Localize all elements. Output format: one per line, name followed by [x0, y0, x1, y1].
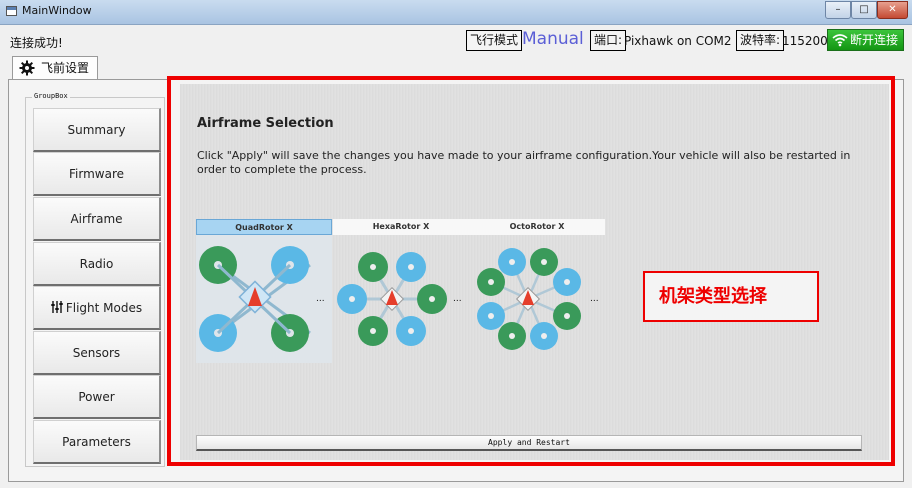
connection-status: 连接成功! [10, 36, 63, 50]
tab-preflight-setup[interactable]: 飞前设置 [12, 56, 98, 80]
disconnect-button[interactable]: 断开连接 [827, 29, 904, 51]
tab-label: 飞前设置 [41, 61, 90, 75]
apply-and-restart-button[interactable]: Apply and Restart [196, 435, 862, 451]
nav-airframe-button[interactable]: Airframe [33, 197, 161, 241]
hexarotor-ellipsis: ... [453, 294, 462, 304]
frame-tab-hexarotor-x[interactable]: HexaRotor X [333, 219, 469, 235]
disconnect-label: 断开连接 [850, 33, 899, 47]
frame-tab-quadrotor-x[interactable]: QuadRotor X [196, 219, 332, 235]
app-icon [6, 6, 17, 16]
frame-tab-octorotor-x[interactable]: OctoRotor X [469, 219, 605, 235]
nav-parameters-button[interactable]: Parameters [33, 420, 161, 464]
baud-label: 波特率: [736, 30, 785, 51]
nav-summary-button[interactable]: Summary [33, 108, 161, 152]
window-title: MainWindow [22, 4, 92, 17]
minimize-button[interactable]: – [825, 1, 851, 19]
flight-mode-value: Manual [522, 29, 584, 49]
octorotor-ellipsis: ... [590, 294, 599, 304]
page-title: Airframe Selection [197, 116, 334, 131]
quadrotor-x-image[interactable] [196, 235, 332, 363]
nav-firmware-button[interactable]: Firmware [33, 152, 161, 196]
quadrotor-ellipsis: ... [316, 294, 325, 304]
nav-flight-modes-button[interactable]: Flight Modes [33, 286, 161, 330]
title-bar: MainWindow – □ ✕ [0, 0, 912, 25]
nav-power-button[interactable]: Power [33, 375, 161, 419]
airframe-type-callout: 机架类型选择 [643, 271, 819, 322]
airframe-description: Click "Apply" will save the changes you … [197, 149, 851, 176]
close-button[interactable]: ✕ [877, 1, 908, 19]
gear-icon [19, 60, 35, 76]
maximize-button[interactable]: □ [851, 1, 877, 19]
hexarotor-x-image[interactable] [333, 235, 469, 363]
sliders-icon [51, 301, 63, 313]
baud-value: 115200 [782, 34, 828, 48]
port-value: Pixhawk on COM2 [624, 34, 732, 48]
nav-sensors-button[interactable]: Sensors [33, 331, 161, 375]
port-label: 端口: [590, 30, 627, 51]
nav-flight-modes-label: Flight Modes [65, 301, 143, 315]
flight-mode-label: 飞行模式 [466, 30, 523, 51]
groupbox-label: GroupBox [32, 92, 70, 100]
nav-radio-button[interactable]: Radio [33, 242, 161, 286]
wifi-icon [832, 34, 848, 47]
octorotor-x-image[interactable] [469, 235, 605, 363]
